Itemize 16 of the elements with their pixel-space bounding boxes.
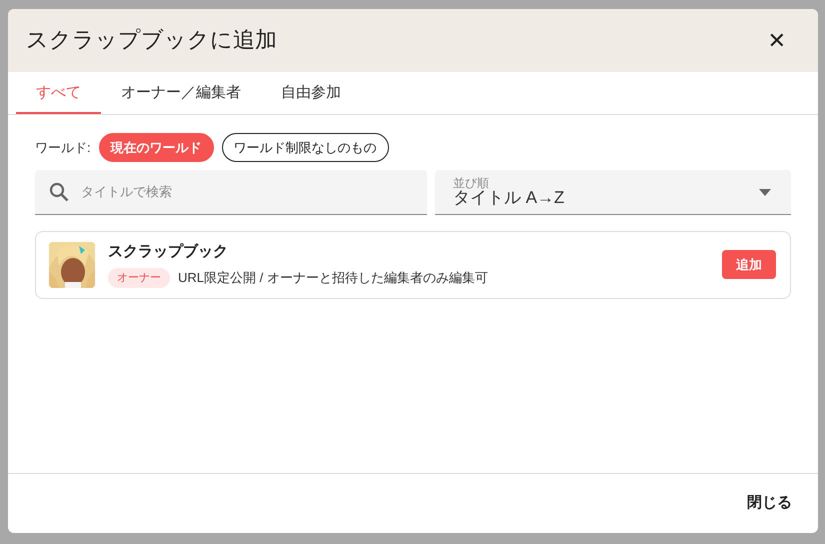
tab[interactable]: すべて [16, 72, 101, 114]
scrapbook-title: スクラップブック [108, 242, 229, 262]
dialog-title: スクラップブックに追加 [26, 27, 277, 54]
filter-label: ワールド: [35, 138, 91, 156]
search-field[interactable]: タイトルで検索 [35, 170, 427, 215]
close-button[interactable]: 閉じる [741, 491, 798, 516]
dropdown-caret-icon [759, 188, 771, 196]
close-button[interactable]: ✕ [764, 30, 790, 52]
scrapbook-description: URL限定公開 / オーナーと招待した編集者のみ編集可 [178, 269, 488, 287]
tab[interactable]: 自由参加 [261, 72, 361, 114]
role-tag: オーナー [108, 268, 170, 288]
filter-chip[interactable]: ワールド制限なしのもの [222, 132, 389, 162]
sort-value: タイトル A→Z [453, 188, 564, 208]
tab[interactable]: オーナー／編集者 [101, 72, 261, 114]
sort-label: 並び順 [453, 176, 490, 189]
sort-dropdown[interactable]: 並び順 タイトル A→Z [435, 170, 791, 215]
